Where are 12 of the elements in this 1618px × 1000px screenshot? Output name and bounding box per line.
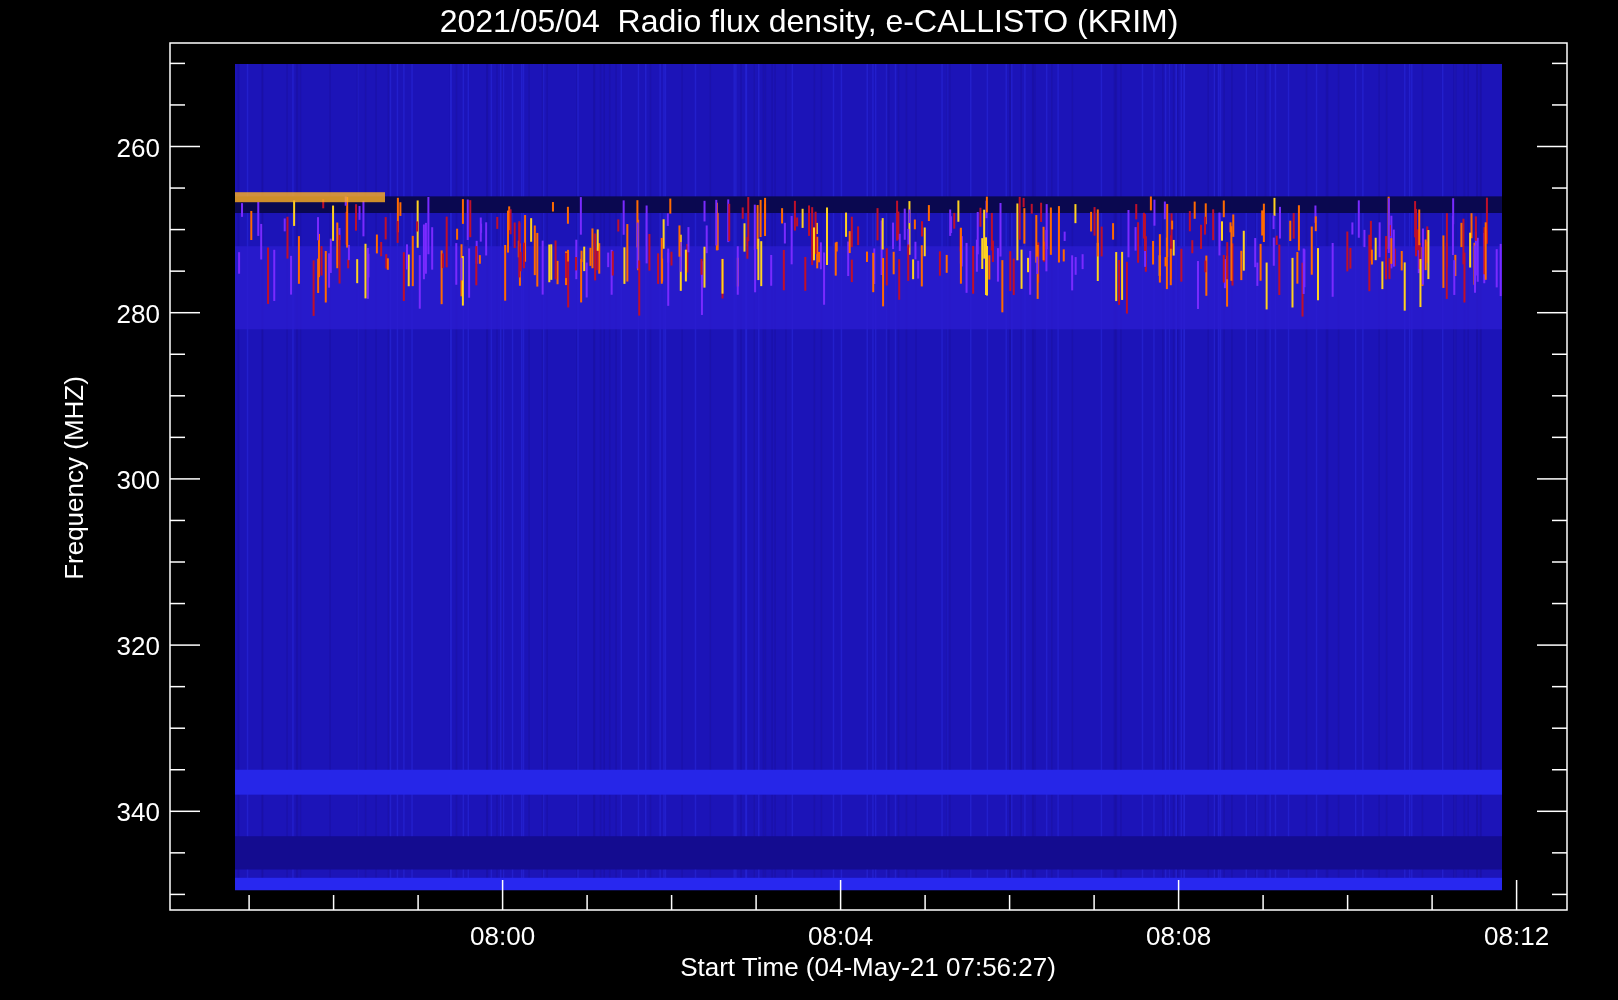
x-tick-label: 08:04 bbox=[808, 921, 874, 951]
x-tick-label: 08:12 bbox=[1484, 921, 1550, 951]
y-tick-label: 340 bbox=[116, 797, 160, 828]
x-tick-label: 08:08 bbox=[1146, 921, 1212, 951]
y-tick-label: 280 bbox=[116, 298, 160, 329]
y-tick-label: 260 bbox=[116, 132, 160, 163]
chart-title: 2021/05/04 Radio flux density, e-CALLISTO (KRIM) bbox=[439, 3, 1179, 39]
y-tick-label: 320 bbox=[116, 631, 160, 662]
x-tick-label: 08:00 bbox=[470, 921, 536, 951]
x-axis-label: Start Time (04-May-21 07:56:27) bbox=[680, 952, 1056, 982]
y-tick-label: 300 bbox=[116, 464, 160, 495]
y-axis-label: Frequency (MHZ) bbox=[59, 376, 89, 580]
